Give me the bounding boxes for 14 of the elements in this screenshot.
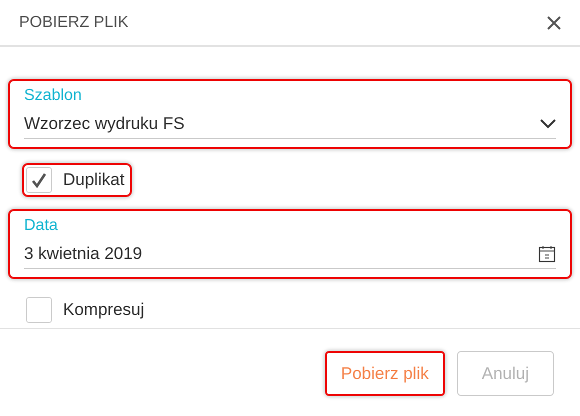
select-field[interactable]: Wzorzec wydruku FS bbox=[24, 109, 556, 139]
calendar-icon bbox=[538, 244, 556, 262]
field-label: Data bbox=[24, 216, 59, 236]
date-field[interactable]: 3 kwietnia 2019 bbox=[24, 239, 556, 269]
checkbox-label[interactable]: Kompresuj bbox=[63, 297, 144, 323]
close-icon bbox=[547, 16, 561, 30]
checkbox[interactable] bbox=[26, 167, 52, 193]
checkmark-icon bbox=[31, 172, 47, 188]
checkbox-label[interactable]: Duplikat bbox=[63, 167, 124, 193]
checkbox[interactable] bbox=[26, 297, 52, 323]
dialog-title: POBIERZ PLIK bbox=[19, 12, 128, 32]
field-label: Szablon bbox=[24, 86, 83, 106]
chevron-icon bbox=[540, 118, 556, 128]
close-button[interactable] bbox=[546, 14, 562, 30]
